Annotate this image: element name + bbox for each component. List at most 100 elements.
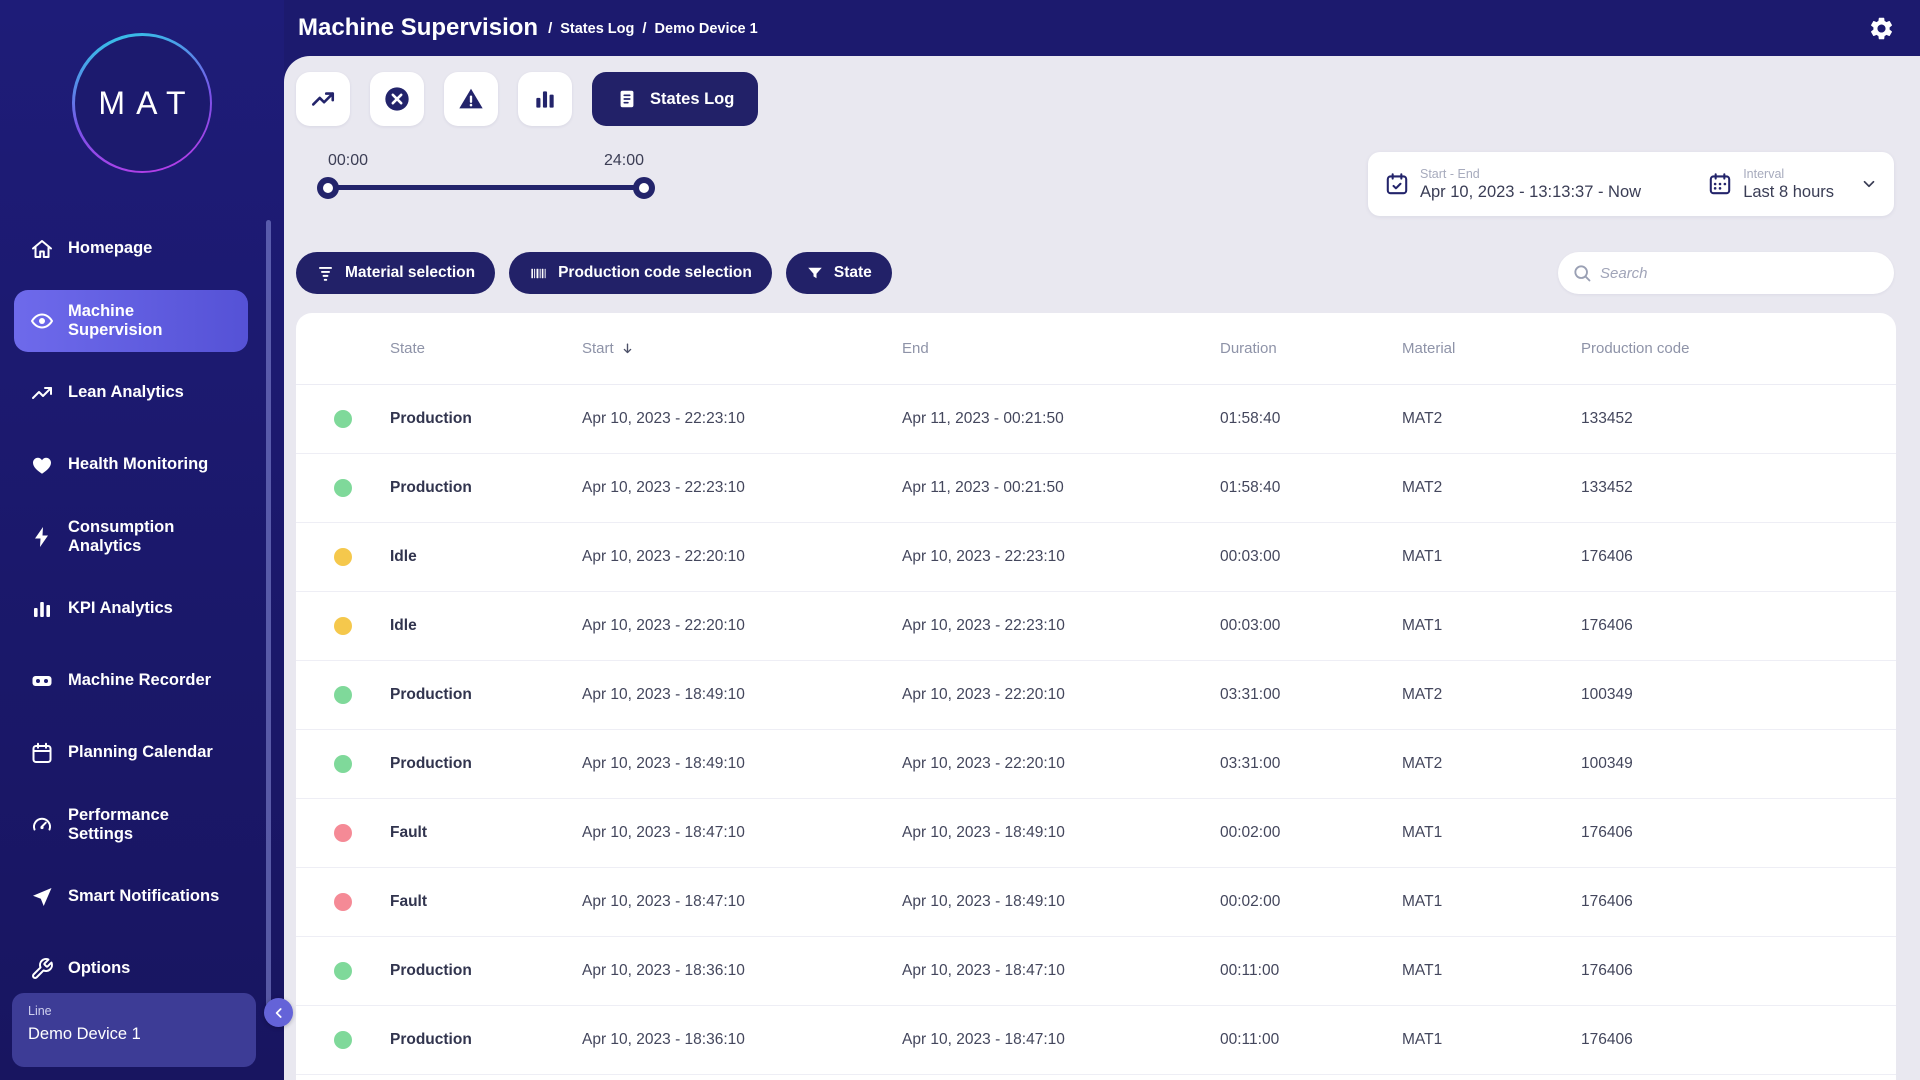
send-icon	[30, 885, 54, 909]
breadcrumb-states-log[interactable]: States Log	[560, 21, 634, 37]
device-card[interactable]: Line Demo Device 1	[12, 993, 256, 1067]
slider-handle-start[interactable]	[317, 177, 339, 199]
settings-gear-icon[interactable]	[1866, 13, 1896, 43]
sidebar-item-performance-settings[interactable]: Performance Settings	[14, 794, 248, 856]
cell-state: Production	[390, 479, 582, 497]
status-dot	[334, 1031, 352, 1049]
cell-duration: 01:58:40	[1220, 479, 1402, 497]
interval-dropdown[interactable]: Interval Last 8 hours	[1707, 167, 1878, 202]
breadcrumb: / States Log / Demo Device 1	[548, 20, 758, 37]
cell-duration: 03:31:00	[1220, 755, 1402, 773]
cell-duration: 00:03:00	[1220, 617, 1402, 635]
cell-production-code: 176406	[1581, 617, 1896, 635]
calendar-interval-icon	[1707, 171, 1733, 197]
sidebar-item-label: Machine Recorder	[68, 671, 211, 690]
cell-duration: 00:11:00	[1220, 962, 1402, 980]
brand-logo-inner: MAT	[75, 36, 210, 171]
cell-state: Production	[390, 755, 582, 773]
cell-production-code: 100349	[1581, 755, 1896, 773]
header-end[interactable]: End	[902, 340, 1220, 357]
sidebar-item-label: Performance Settings	[68, 806, 228, 845]
tab-faults[interactable]	[370, 72, 424, 126]
table-row[interactable]: Production Apr 10, 2023 - 18:36:10 Apr 1…	[296, 1006, 1896, 1075]
cell-end: Apr 10, 2023 - 18:47:10	[902, 962, 1220, 980]
cell-state: Production	[390, 962, 582, 980]
home-icon	[30, 237, 54, 261]
breadcrumb-demo-device[interactable]: Demo Device 1	[655, 21, 758, 37]
sidebar-item-label: Consumption Analytics	[68, 518, 228, 557]
sidebar-collapse-button[interactable]	[264, 998, 293, 1027]
sidebar-item-homepage[interactable]: Homepage	[14, 218, 248, 280]
table-row[interactable]: Production Apr 10, 2023 - 18:36:10 Apr 1…	[296, 937, 1896, 1006]
sidebar-item-label: Planning Calendar	[68, 743, 213, 762]
sidebar-item-kpi-analytics[interactable]: KPI Analytics	[14, 578, 248, 640]
slider-labels: 00:00 24:00	[328, 152, 644, 170]
cell-start: Apr 10, 2023 - 18:36:10	[582, 1031, 902, 1049]
header-duration[interactable]: Duration	[1220, 340, 1402, 357]
table-row[interactable]: Fault Apr 10, 2023 - 18:47:10 Apr 10, 20…	[296, 799, 1896, 868]
view-tabs: States Log	[296, 72, 758, 126]
cell-status	[296, 1031, 390, 1049]
production-code-selection-button[interactable]: Production code selection	[509, 252, 772, 294]
sidebar-item-label: Machine Supervision	[68, 302, 228, 341]
cell-material: MAT2	[1402, 410, 1581, 428]
cell-material: MAT1	[1402, 617, 1581, 635]
sidebar-item-lean-analytics[interactable]: Lean Analytics	[14, 362, 248, 424]
table-body: Production Apr 10, 2023 - 22:23:10 Apr 1…	[296, 385, 1896, 1075]
table-row[interactable]: Production Apr 10, 2023 - 22:23:10 Apr 1…	[296, 454, 1896, 523]
tab-trend-chart[interactable]	[296, 72, 350, 126]
tab-states-log-label: States Log	[650, 90, 734, 109]
material-selection-button[interactable]: Material selection	[296, 252, 495, 294]
cell-status	[296, 479, 390, 497]
sidebar-item-consumption-analytics[interactable]: Consumption Analytics	[14, 506, 248, 568]
start-end-picker[interactable]: Start - End Apr 10, 2023 - 13:13:37 - No…	[1384, 167, 1641, 202]
table-row[interactable]: Production Apr 10, 2023 - 18:49:10 Apr 1…	[296, 730, 1896, 799]
brand-logo: MAT	[72, 33, 212, 173]
table-row[interactable]: Idle Apr 10, 2023 - 22:20:10 Apr 10, 202…	[296, 592, 1896, 661]
table-row[interactable]: Production Apr 10, 2023 - 18:49:10 Apr 1…	[296, 661, 1896, 730]
cell-end: Apr 10, 2023 - 22:23:10	[902, 617, 1220, 635]
table-row[interactable]: Production Apr 10, 2023 - 22:23:10 Apr 1…	[296, 385, 1896, 454]
warning-triangle-icon	[457, 85, 485, 113]
tab-states-log[interactable]: States Log	[592, 72, 758, 126]
header-material[interactable]: Material	[1402, 340, 1581, 357]
table-row[interactable]: Idle Apr 10, 2023 - 22:20:10 Apr 10, 202…	[296, 523, 1896, 592]
breadcrumb-separator: /	[548, 20, 552, 37]
search-input[interactable]	[1600, 265, 1880, 282]
main-content: States Log 00:00 24:00 Start - End	[284, 56, 1920, 1080]
status-dot	[334, 617, 352, 635]
slider-track[interactable]	[328, 185, 644, 190]
slider-handle-end[interactable]	[633, 177, 655, 199]
device-name: Demo Device 1	[28, 1025, 240, 1044]
sidebar-item-machine-supervision[interactable]: Machine Supervision	[14, 290, 248, 352]
sidebar-item-label: Options	[68, 959, 130, 978]
status-dot	[334, 548, 352, 566]
sidebar-item-health-monitoring[interactable]: Health Monitoring	[14, 434, 248, 496]
tab-warnings[interactable]	[444, 72, 498, 126]
funnel-icon	[806, 264, 824, 282]
header-production-code[interactable]: Production code	[1581, 340, 1896, 357]
sidebar-item-options[interactable]: Options	[14, 938, 248, 1000]
table-row[interactable]: Fault Apr 10, 2023 - 18:47:10 Apr 10, 20…	[296, 868, 1896, 937]
cell-production-code: 176406	[1581, 548, 1896, 566]
cell-duration: 00:03:00	[1220, 548, 1402, 566]
sidebar: MAT Homepage Machine Supervision Lea	[0, 0, 284, 1080]
state-filter-button[interactable]: State	[786, 252, 892, 294]
cell-status	[296, 686, 390, 704]
cell-material: MAT1	[1402, 893, 1581, 911]
header-state[interactable]: State	[390, 340, 582, 357]
tab-bar-analytics[interactable]	[518, 72, 572, 126]
header-start[interactable]: Start	[582, 340, 902, 357]
sidebar-item-planning-calendar[interactable]: Planning Calendar	[14, 722, 248, 784]
cell-material: MAT1	[1402, 824, 1581, 842]
cell-production-code: 133452	[1581, 410, 1896, 428]
sidebar-item-smart-notifications[interactable]: Smart Notifications	[14, 866, 248, 928]
cell-state: Idle	[390, 548, 582, 566]
cell-end: Apr 10, 2023 - 22:20:10	[902, 755, 1220, 773]
sidebar-item-label: Homepage	[68, 239, 152, 258]
cell-start: Apr 10, 2023 - 22:23:10	[582, 479, 902, 497]
sidebar-item-machine-recorder[interactable]: Machine Recorder	[14, 650, 248, 712]
sidebar-scrollbar[interactable]	[266, 220, 271, 1006]
cell-material: MAT2	[1402, 479, 1581, 497]
heart-icon	[30, 453, 54, 477]
